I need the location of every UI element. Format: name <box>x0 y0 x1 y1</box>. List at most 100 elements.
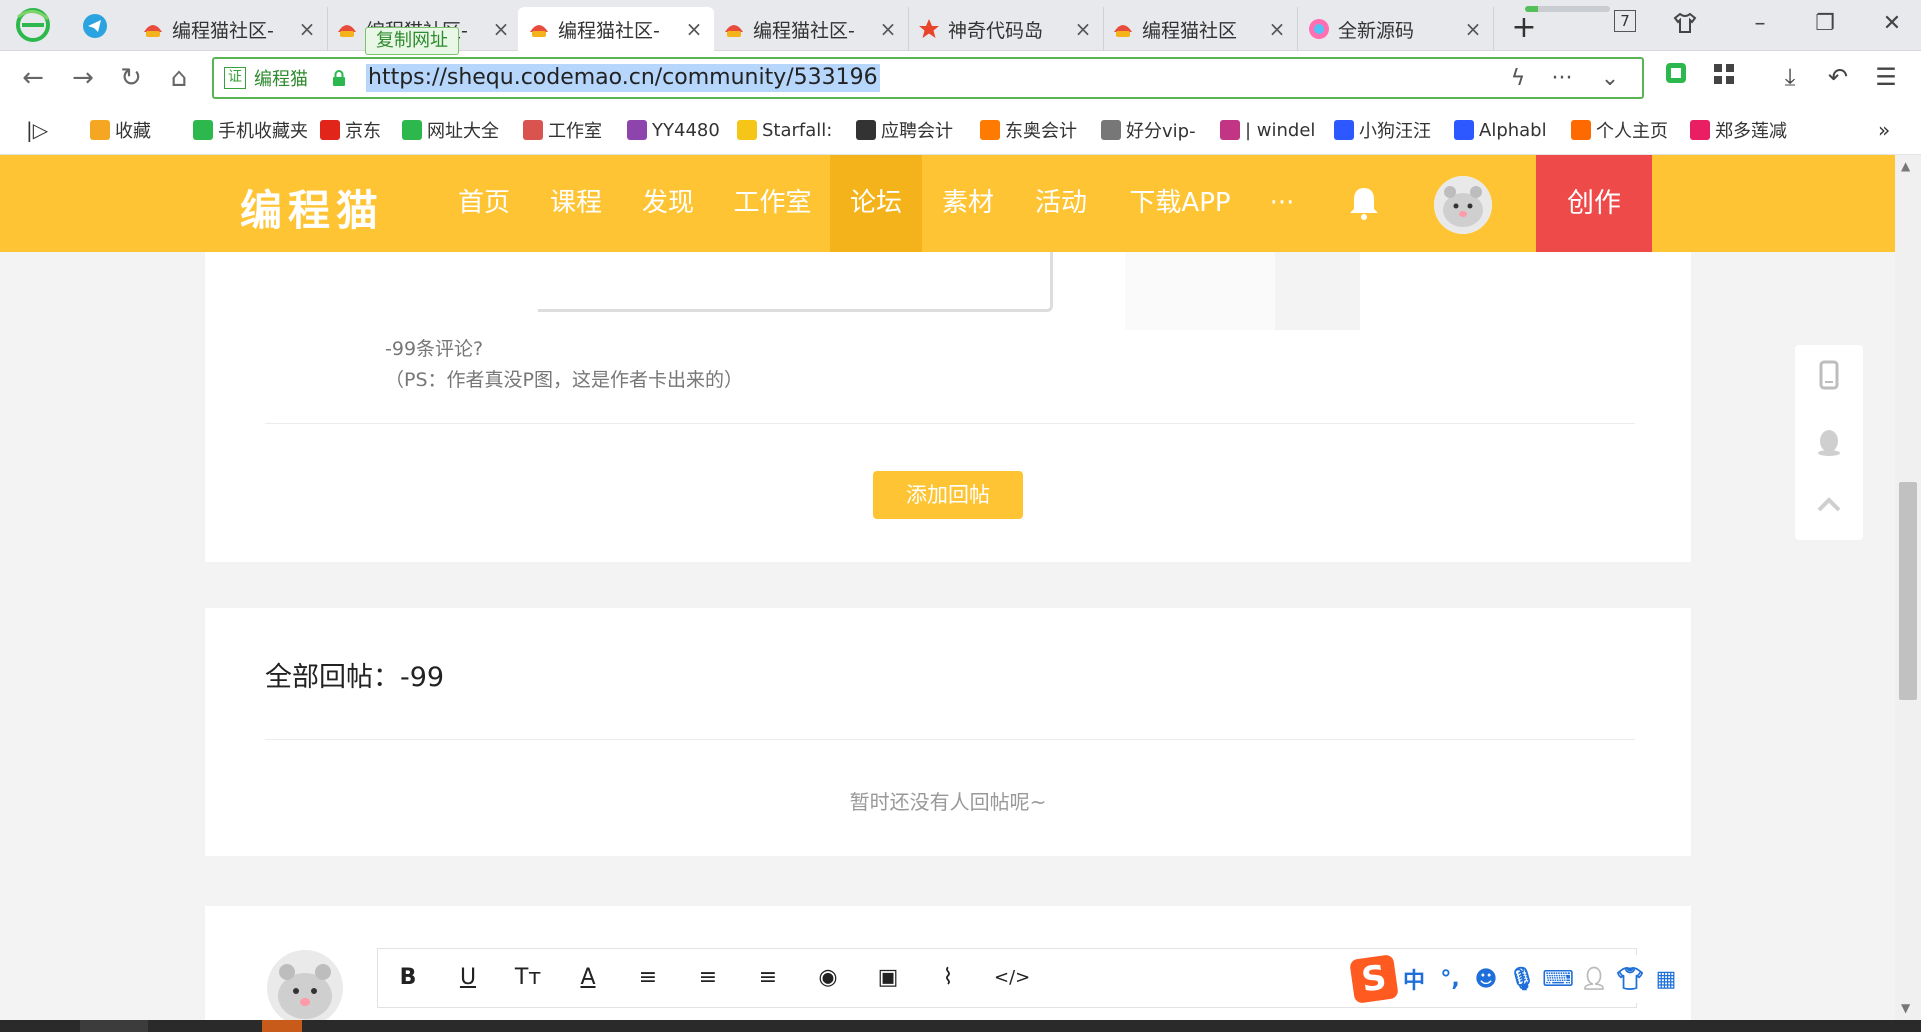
apps-grid-icon[interactable] <box>1708 61 1740 93</box>
address-bar[interactable]: 证 编程猫 https://shequ.codemao.cn/community… <box>212 57 1644 99</box>
copy-url-tooltip[interactable]: 复制网址 <box>365 27 459 55</box>
nav-item[interactable]: 工作室 <box>715 155 830 252</box>
emoji-icon[interactable]: ◉ <box>814 964 842 992</box>
code-icon[interactable]: </> <box>994 964 1030 992</box>
back-button[interactable]: ← <box>16 61 50 95</box>
user-icon[interactable]: 👤︎ <box>1576 967 1612 992</box>
menu-icon[interactable]: ☰ <box>1870 61 1902 93</box>
font-color-icon[interactable]: A <box>574 964 602 992</box>
certificate-icon[interactable]: 证 <box>224 67 246 89</box>
add-reply-button[interactable]: 添加回帖 <box>873 471 1023 519</box>
more-dots-icon[interactable]: ··· <box>1548 65 1576 93</box>
browser-tab[interactable]: 编程猫社区- × <box>713 7 909 51</box>
tab-count-badge[interactable]: 7 <box>1614 10 1636 32</box>
bookmark-item[interactable]: 收藏 <box>90 117 151 143</box>
notification-bell-icon[interactable] <box>1347 185 1381 221</box>
nav-item[interactable]: 论坛 <box>830 155 922 252</box>
bookmark-item[interactable]: 手机收藏夹 <box>193 117 308 143</box>
bookmark-item[interactable]: 网址大全 <box>402 117 499 143</box>
bookmark-label: 好分vip- <box>1126 121 1196 142</box>
create-button[interactable]: 创作 <box>1536 155 1652 252</box>
bookmark-item[interactable]: YY4480 <box>627 117 720 143</box>
ime-punctuation-toggle[interactable]: °, <box>1432 967 1468 992</box>
minimize-button[interactable]: – <box>1740 8 1780 38</box>
lock-icon[interactable] <box>332 70 346 86</box>
url-text[interactable]: https://shequ.codemao.cn/community/53319… <box>366 64 880 92</box>
bookmark-item[interactable]: Starfall: <box>737 117 832 143</box>
skin-shirt-icon[interactable]: 👕︎ <box>1612 967 1648 992</box>
browser-tab[interactable]: 编程猫社区- × <box>518 7 714 51</box>
nav-item[interactable]: 课程 <box>530 155 622 252</box>
bookmark-item[interactable]: 个人主页 <box>1571 117 1668 143</box>
browser-tab[interactable]: 编程猫社区- × <box>132 7 328 51</box>
bookmark-item[interactable]: 京东 <box>320 117 381 143</box>
align-left-icon[interactable]: ≡ <box>634 964 662 992</box>
nav-item[interactable]: 下载APP <box>1108 155 1252 252</box>
bookmark-item[interactable]: 应聘会计 <box>856 117 953 143</box>
qq-penguin-icon[interactable] <box>1814 427 1844 457</box>
back-to-top-icon[interactable] <box>1814 490 1844 520</box>
tab-close-icon[interactable]: × <box>1267 17 1287 41</box>
toolbox-grid-icon[interactable]: ▦ <box>1648 967 1684 992</box>
align-right-icon[interactable]: ≡ <box>754 964 782 992</box>
bookmark-item[interactable]: 工作室 <box>523 117 602 143</box>
browser-logo-icon[interactable] <box>14 7 52 43</box>
telegram-icon[interactable] <box>82 13 108 39</box>
post-card: -99条评论? （PS：作者真没P图，这是作者卡出来的） 添加回帖 <box>205 252 1691 562</box>
nav-item[interactable]: ··· <box>1252 155 1312 252</box>
lightning-icon[interactable]: ϟ <box>1504 65 1532 93</box>
reading-mode-icon[interactable] <box>1660 61 1692 93</box>
browser-tab[interactable]: 编程猫社区 × <box>1102 7 1298 51</box>
underline-icon[interactable]: U <box>454 964 482 992</box>
nav-item[interactable]: 发现 <box>622 155 714 252</box>
shirt-skin-icon[interactable] <box>1665 8 1705 38</box>
tab-close-icon[interactable]: × <box>878 17 898 41</box>
keyboard-icon[interactable]: ⌨ <box>1540 967 1576 992</box>
attachment-icon[interactable]: ⌇ <box>934 964 962 992</box>
ime-language-toggle[interactable]: 中 <box>1396 963 1432 995</box>
tab-close-icon[interactable]: × <box>491 17 511 41</box>
more-bookmarks-icon[interactable]: » <box>1878 117 1890 143</box>
nav-item[interactable]: 活动 <box>1015 155 1107 252</box>
bookmark-item[interactable]: | windel <box>1220 117 1315 143</box>
image-icon[interactable]: ▣ <box>874 964 902 992</box>
bookmark-item[interactable]: 小狗汪汪 <box>1334 117 1431 143</box>
taskbar-item[interactable] <box>262 1020 302 1032</box>
mobile-app-icon[interactable] <box>1814 360 1844 390</box>
bookmark-item[interactable]: 东奥会计 <box>980 117 1077 143</box>
page-scrollbar[interactable]: ▲ ▼ <box>1895 155 1921 1020</box>
sogou-logo-icon[interactable]: S <box>1349 954 1399 1004</box>
bookmark-item[interactable]: 郑多莲减 <box>1690 117 1787 143</box>
align-center-icon[interactable]: ≡ <box>694 964 722 992</box>
sidebar-toggle-icon[interactable]: |▷ <box>26 117 48 143</box>
reload-button[interactable]: ↻ <box>114 61 148 95</box>
nav-item[interactable]: 首页 <box>438 155 530 252</box>
scroll-up-arrow[interactable]: ▲ <box>1901 159 1910 173</box>
browser-tab[interactable]: 全新源码 × <box>1298 7 1494 51</box>
scroll-down-arrow[interactable]: ▼ <box>1901 1001 1910 1015</box>
microphone-icon[interactable]: 🎙︎ <box>1504 967 1540 992</box>
tab-close-icon[interactable]: × <box>684 17 704 41</box>
site-logo[interactable]: 编程猫 <box>240 177 384 238</box>
home-button[interactable]: ⌂ <box>162 61 196 95</box>
tab-close-icon[interactable]: × <box>1463 17 1483 41</box>
tab-close-icon[interactable]: × <box>297 17 317 41</box>
emoji-icon[interactable]: ☻ <box>1468 967 1504 992</box>
nav-item[interactable]: 素材 <box>922 155 1014 252</box>
chevron-down-icon[interactable]: ⌄ <box>1596 65 1624 93</box>
bold-icon[interactable]: B <box>394 964 422 992</box>
download-icon[interactable]: ⤓ <box>1774 61 1806 93</box>
close-window-button[interactable]: ✕ <box>1872 8 1912 38</box>
tab-close-icon[interactable]: × <box>1073 17 1093 41</box>
new-tab-button[interactable]: + <box>1509 10 1539 45</box>
restore-button[interactable]: ❐ <box>1805 8 1845 38</box>
user-avatar[interactable] <box>1434 176 1492 234</box>
scroll-thumb[interactable] <box>1899 482 1917 700</box>
undo-icon[interactable]: ↶ <box>1822 61 1854 93</box>
forward-button[interactable]: → <box>66 61 100 95</box>
browser-tab[interactable]: 神奇代码岛 × <box>908 7 1104 51</box>
taskbar-item[interactable] <box>80 1020 148 1032</box>
text-size-icon[interactable]: Tт <box>514 964 542 992</box>
bookmark-item[interactable]: 好分vip- <box>1101 117 1196 143</box>
bookmark-item[interactable]: Alphabl <box>1454 117 1547 143</box>
